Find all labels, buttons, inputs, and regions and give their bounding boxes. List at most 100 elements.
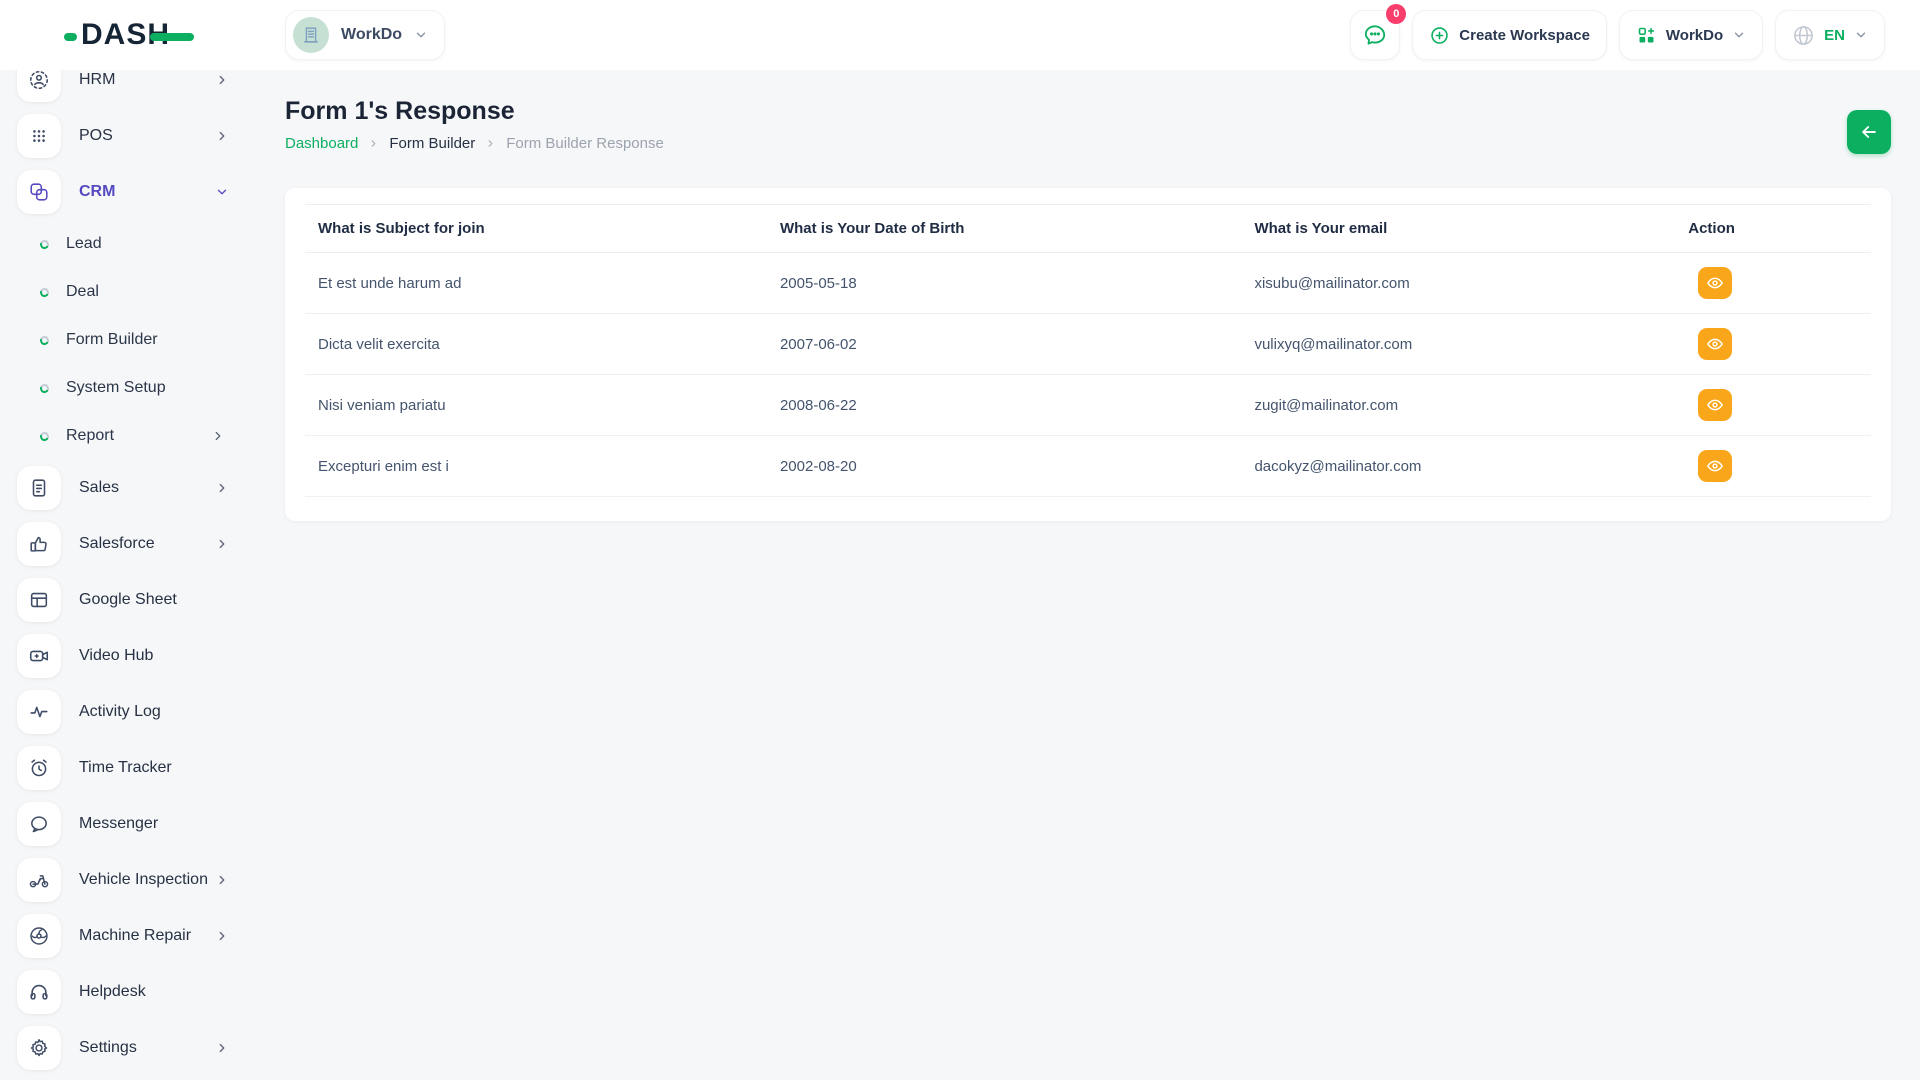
sidebar-item-settings[interactable]: Settings	[0, 1020, 262, 1076]
bullet-ring-icon	[39, 430, 51, 442]
plus-circle-icon	[1429, 25, 1450, 46]
chevron-right-icon	[215, 537, 229, 551]
sidebar-item-messenger[interactable]: Messenger	[0, 796, 262, 852]
sidebar-item-label: Sales	[79, 479, 119, 497]
logo-dash-icon	[64, 33, 77, 41]
app-screen: DASH WorkDo 0	[0, 0, 1920, 1080]
table-row: Excepturi enim est i 2002-08-20 dacokyz@…	[305, 436, 1871, 497]
workspace-switcher[interactable]: WorkDo	[285, 10, 445, 60]
responses-card: What is Subject for join What is Your Da…	[285, 188, 1891, 521]
chevron-down-icon	[215, 185, 229, 199]
cell-action	[1675, 436, 1871, 497]
sidebar-item-crm[interactable]: CRM	[0, 164, 262, 220]
cell-subject: Excepturi enim est i	[305, 436, 767, 497]
sidebar-item-time-tracker[interactable]: Time Tracker	[0, 740, 262, 796]
eye-icon	[1706, 457, 1724, 475]
sidebar-subitem-report[interactable]: Report	[0, 412, 262, 460]
cell-email: xisubu@mailinator.com	[1241, 253, 1675, 314]
main-content: Form 1's Response Dashboard Form Builder…	[285, 70, 1891, 521]
cell-email: zugit@mailinator.com	[1241, 375, 1675, 436]
sidebar-item-label: Video Hub	[79, 647, 153, 665]
chevron-right-icon	[215, 73, 229, 87]
column-header-action: Action	[1675, 205, 1871, 253]
sidebar-item-label: POS	[79, 127, 113, 145]
breadcrumb-link-form-builder[interactable]: Form Builder	[389, 135, 475, 152]
building-icon	[300, 24, 322, 46]
table-header-row: What is Subject for join What is Your Da…	[305, 205, 1871, 253]
sidebar-subitem-deal[interactable]: Deal	[0, 268, 262, 316]
sidebar-item-label: Time Tracker	[79, 759, 172, 777]
sidebar-subitem-label: Form Builder	[66, 331, 158, 349]
view-response-button[interactable]	[1698, 389, 1732, 421]
cell-action	[1675, 314, 1871, 375]
cell-subject: Nisi veniam pariatu	[305, 375, 767, 436]
crm-squares-icon	[17, 170, 61, 214]
dash-logo: DASH	[64, 18, 204, 54]
bullet-ring-icon	[39, 286, 51, 298]
activity-pulse-icon	[17, 690, 61, 734]
video-camera-icon	[17, 634, 61, 678]
create-workspace-label: Create Workspace	[1459, 27, 1590, 44]
headphones-icon	[17, 970, 61, 1014]
sidebar-item-activity-log[interactable]: Activity Log	[0, 684, 262, 740]
view-response-button[interactable]	[1698, 328, 1732, 360]
sidebar-item-google-sheet[interactable]: Google Sheet	[0, 572, 262, 628]
messenger-chat-icon	[17, 802, 61, 846]
breadcrumb-link-dashboard[interactable]: Dashboard	[285, 135, 358, 152]
bullet-ring-icon	[39, 382, 51, 394]
grid-plus-icon	[1636, 25, 1657, 46]
table-row: Dicta velit exercita 2007-06-02 vulixyq@…	[305, 314, 1871, 375]
cell-action	[1675, 253, 1871, 314]
sidebar-item-vehicle-inspection[interactable]: Vehicle Inspection	[0, 852, 262, 908]
workdo-apps-menu[interactable]: WorkDo	[1619, 10, 1763, 60]
sidebar-item-label: Google Sheet	[79, 591, 177, 609]
view-response-button[interactable]	[1698, 450, 1732, 482]
chevron-right-icon	[215, 129, 229, 143]
workdo-menu-label: WorkDo	[1666, 27, 1723, 44]
cell-subject: Dicta velit exercita	[305, 314, 767, 375]
breadcrumb-current: Form Builder Response	[506, 135, 664, 152]
thumbs-up-icon	[17, 522, 61, 566]
sales-file-icon	[17, 466, 61, 510]
chevron-right-icon	[215, 929, 229, 943]
cell-email: vulixyq@mailinator.com	[1241, 314, 1675, 375]
sidebar-subitem-system-setup[interactable]: System Setup	[0, 364, 262, 412]
sidebar-item-machine-repair[interactable]: Machine Repair	[0, 908, 262, 964]
sidebar-subitem-lead[interactable]: Lead	[0, 220, 262, 268]
sidebar-item-sales[interactable]: Sales	[0, 460, 262, 516]
create-workspace-button[interactable]: Create Workspace	[1412, 10, 1607, 60]
arrow-left-icon	[1859, 122, 1879, 142]
sidebar-subitem-label: System Setup	[66, 379, 166, 397]
sidebar-subitem-form-builder[interactable]: Form Builder	[0, 316, 262, 364]
sidebar-subitem-label: Report	[66, 427, 114, 445]
page-header: Form 1's Response Dashboard Form Builder…	[285, 70, 1891, 152]
column-header-subject: What is Subject for join	[305, 205, 767, 253]
alarm-clock-icon	[17, 746, 61, 790]
sidebar-item-pos[interactable]: POS	[0, 108, 262, 164]
logo-bar-icon	[150, 33, 194, 41]
sidebar-item-label: Helpdesk	[79, 983, 146, 1001]
pos-grid-dots-icon	[17, 114, 61, 158]
sidebar-item-salesforce[interactable]: Salesforce	[0, 516, 262, 572]
chevron-down-icon	[414, 28, 428, 42]
back-button[interactable]	[1847, 110, 1891, 154]
chevron-right-icon	[215, 873, 229, 887]
messages-button[interactable]: 0	[1350, 10, 1400, 60]
top-bar: DASH WorkDo 0	[0, 0, 1920, 70]
eye-icon	[1706, 396, 1724, 414]
chevron-down-icon	[1732, 28, 1746, 42]
sidebar: HRM POS	[0, 70, 262, 1080]
cell-dob: 2008-06-22	[767, 375, 1241, 436]
table-row: Nisi veniam pariatu 2008-06-22 zugit@mai…	[305, 375, 1871, 436]
cell-action	[1675, 375, 1871, 436]
sidebar-item-helpdesk[interactable]: Helpdesk	[0, 964, 262, 1020]
sidebar-item-video-hub[interactable]: Video Hub	[0, 628, 262, 684]
language-selector[interactable]: EN	[1775, 10, 1885, 60]
column-header-email: What is Your email	[1241, 205, 1675, 253]
sidebar-subitem-label: Lead	[66, 235, 102, 253]
messages-badge: 0	[1386, 4, 1406, 24]
view-response-button[interactable]	[1698, 267, 1732, 299]
sidebar-item-hrm[interactable]: HRM	[0, 70, 262, 108]
sidebar-item-label: HRM	[79, 71, 115, 89]
eye-icon	[1706, 274, 1724, 292]
